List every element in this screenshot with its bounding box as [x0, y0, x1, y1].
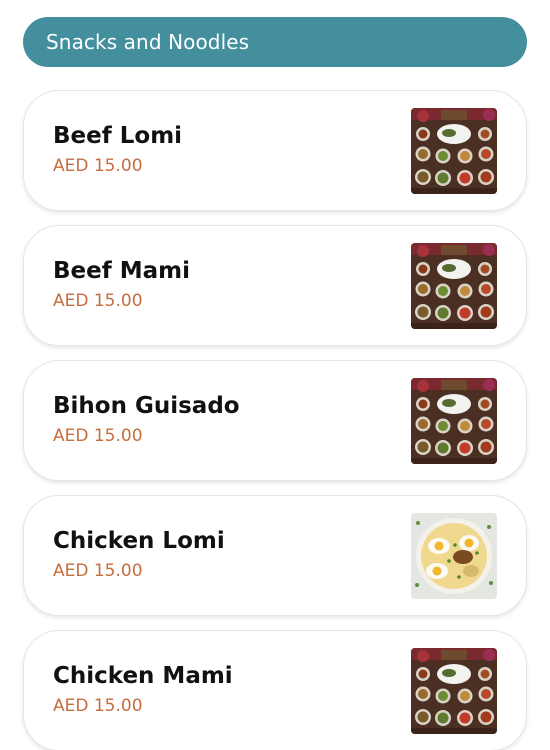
- category-header[interactable]: Snacks and Noodles: [23, 17, 527, 67]
- platter-image: [411, 243, 497, 329]
- item-price: AED 15.00: [53, 426, 143, 446]
- menu-item-card[interactable]: Bihon Guisado AED 15.00: [23, 360, 527, 481]
- menu-item-card[interactable]: Beef Lomi AED 15.00: [23, 90, 527, 211]
- menu-item-list: Beef Lomi AED 15.00 Beef Mami AED 15.00 …: [23, 90, 527, 750]
- platter-image: [411, 648, 497, 734]
- menu-item-card[interactable]: Chicken Mami AED 15.00: [23, 630, 527, 750]
- item-price: AED 15.00: [53, 291, 143, 311]
- category-title: Snacks and Noodles: [46, 30, 250, 54]
- menu-item-card[interactable]: Beef Mami AED 15.00: [23, 225, 527, 346]
- noodle-soup-image: [411, 513, 497, 599]
- item-price: AED 15.00: [53, 561, 143, 581]
- item-name: Beef Mami: [53, 258, 191, 284]
- item-price: AED 15.00: [53, 156, 143, 176]
- menu-item-card[interactable]: Chicken Lomi AED 15.00: [23, 495, 527, 616]
- item-name: Beef Lomi: [53, 123, 183, 149]
- platter-image: [411, 378, 497, 464]
- item-price: AED 15.00: [53, 696, 143, 716]
- item-name: Bihon Guisado: [53, 393, 240, 419]
- menu-page: Snacks and Noodles Beef Lomi AED 15.00 B…: [0, 0, 550, 750]
- item-name: Chicken Lomi: [53, 528, 225, 554]
- item-name: Chicken Mami: [53, 663, 233, 689]
- platter-image: [411, 108, 497, 194]
